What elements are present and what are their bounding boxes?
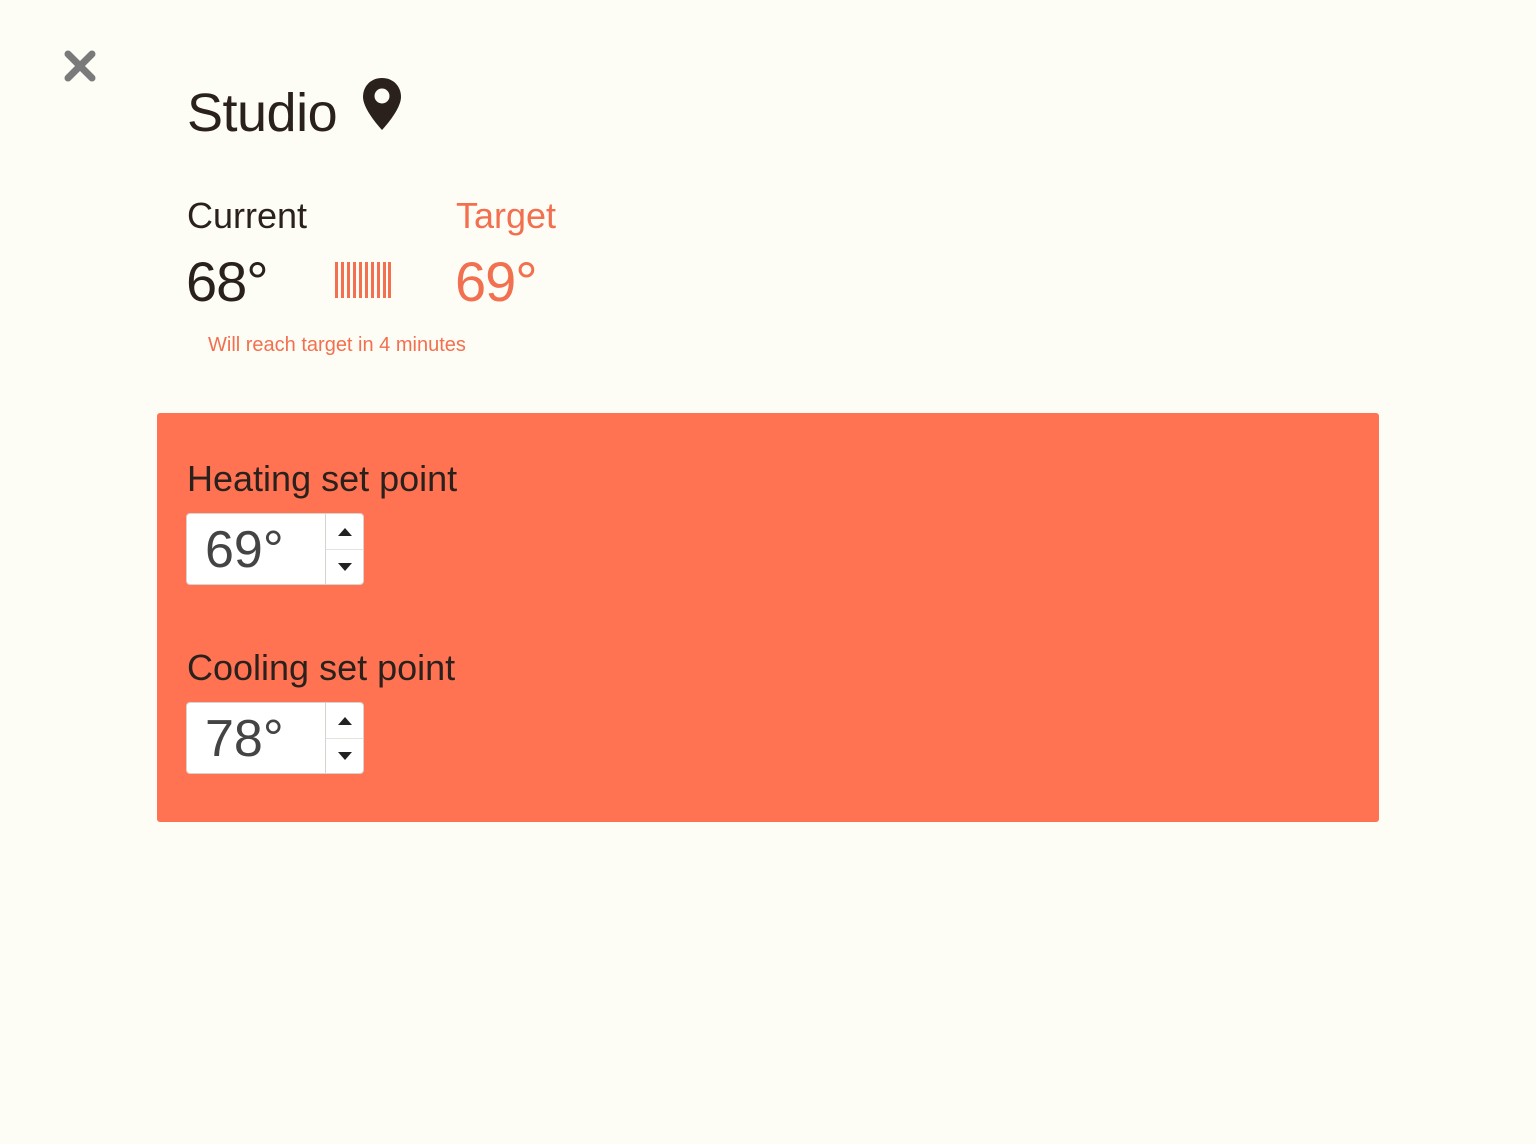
heating-stepper-arrows	[325, 514, 363, 584]
eta-message: Will reach target in 4 minutes	[208, 334, 466, 356]
cooling-increment-button[interactable]	[326, 703, 363, 739]
triangle-down-icon	[337, 562, 352, 571]
target-label: Target	[456, 195, 557, 236]
heating-increment-button[interactable]	[326, 514, 363, 550]
map-pin-icon[interactable]	[361, 76, 403, 132]
setpoints-panel: Heating set point Cooling set point	[157, 413, 1379, 822]
cooling-setpoint-label: Cooling set point	[187, 647, 456, 688]
cooling-stepper-arrows	[325, 703, 363, 773]
cooling-decrement-button[interactable]	[326, 738, 363, 773]
heating-setpoint-stepper[interactable]	[186, 513, 364, 585]
close-icon	[64, 50, 96, 82]
room-header: Studio	[187, 78, 403, 143]
current-label: Current	[187, 195, 308, 236]
target-temperature: 69°	[455, 250, 538, 313]
heating-setpoint-input[interactable]	[205, 522, 315, 580]
triangle-down-icon	[337, 751, 352, 760]
close-button[interactable]	[62, 48, 98, 84]
triangle-up-icon	[337, 527, 352, 536]
cooling-setpoint-stepper[interactable]	[186, 702, 364, 774]
room-title: Studio	[187, 83, 338, 143]
current-temperature: 68°	[186, 250, 269, 313]
heating-setpoint-label: Heating set point	[187, 458, 458, 499]
cooling-setpoint-input[interactable]	[205, 711, 315, 769]
heating-indicator-icon	[335, 262, 391, 298]
triangle-up-icon	[337, 716, 352, 725]
heating-decrement-button[interactable]	[326, 549, 363, 584]
